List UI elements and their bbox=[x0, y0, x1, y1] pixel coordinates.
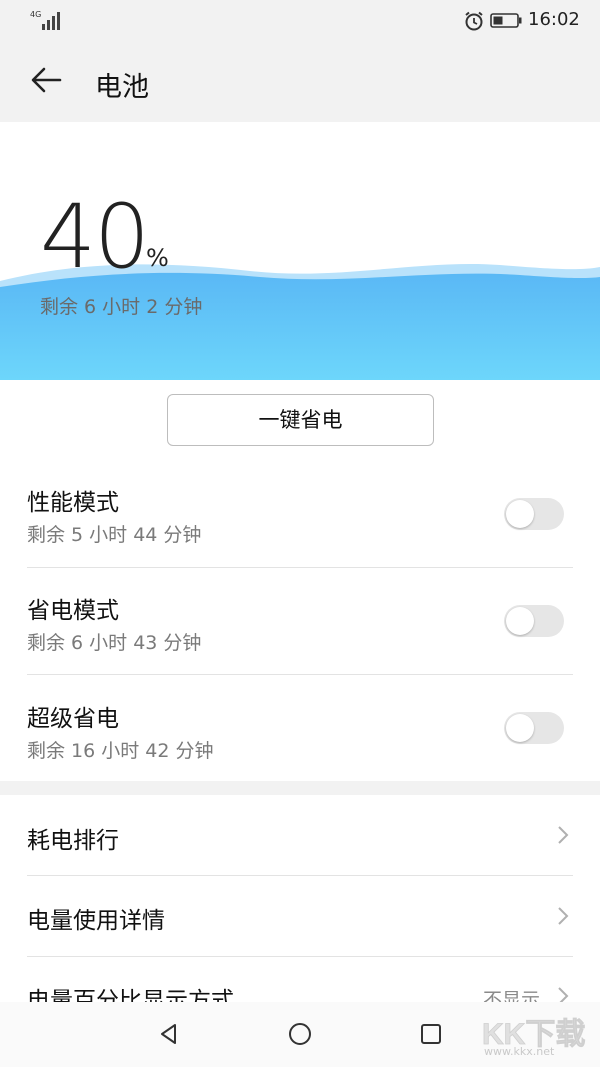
battery-icon bbox=[490, 13, 522, 28]
alarm-clock-icon bbox=[465, 11, 483, 31]
performance-mode-toggle[interactable] bbox=[504, 498, 564, 530]
ultra-saving-mode-toggle[interactable] bbox=[504, 712, 564, 744]
watermark-url: www.kkx.net bbox=[484, 1045, 555, 1058]
nav-recents-icon[interactable] bbox=[417, 1020, 445, 1048]
mode-remaining: 剩余 5 小时 44 分钟 bbox=[27, 524, 202, 546]
nav-home-icon[interactable] bbox=[286, 1020, 314, 1048]
mode-title: 性能模式 bbox=[27, 490, 119, 516]
status-time: 16:02 bbox=[528, 9, 580, 30]
toggle-knob bbox=[506, 607, 534, 635]
cellular-signal-icon: 4G bbox=[30, 10, 64, 32]
section-separator bbox=[0, 781, 600, 795]
chevron-right-icon bbox=[558, 907, 569, 925]
power-saving-mode-toggle[interactable] bbox=[504, 605, 564, 637]
percent-sign: % bbox=[146, 244, 169, 272]
back-arrow-icon[interactable] bbox=[28, 62, 64, 98]
chevron-right-icon bbox=[558, 826, 569, 844]
network-type-label: 4G bbox=[30, 10, 42, 19]
page-title: 电池 bbox=[95, 72, 149, 103]
one-key-save-button[interactable]: 一键省电 bbox=[167, 394, 434, 446]
divider bbox=[27, 956, 573, 957]
battery-remaining-time: 剩余 6 小时 2 分钟 bbox=[40, 296, 203, 318]
mode-remaining: 剩余 6 小时 43 分钟 bbox=[27, 632, 202, 654]
mode-title: 超级省电 bbox=[27, 706, 119, 732]
status-bar: 4G 16:02 bbox=[0, 0, 600, 42]
app-header: 电池 bbox=[0, 42, 600, 122]
link-title: 电量使用详情 bbox=[27, 908, 165, 934]
mode-title: 省电模式 bbox=[27, 598, 119, 624]
nav-back-icon[interactable] bbox=[155, 1020, 183, 1048]
mode-remaining: 剩余 16 小时 42 分钟 bbox=[27, 740, 214, 762]
link-title: 耗电排行 bbox=[27, 828, 119, 854]
divider bbox=[27, 875, 573, 876]
battery-level-panel: 40 % 剩余 6 小时 2 分钟 bbox=[0, 122, 600, 380]
toggle-knob bbox=[506, 714, 534, 742]
divider bbox=[27, 567, 573, 568]
divider bbox=[27, 674, 573, 675]
battery-percent-value: 40 bbox=[40, 185, 150, 288]
toggle-knob bbox=[506, 500, 534, 528]
